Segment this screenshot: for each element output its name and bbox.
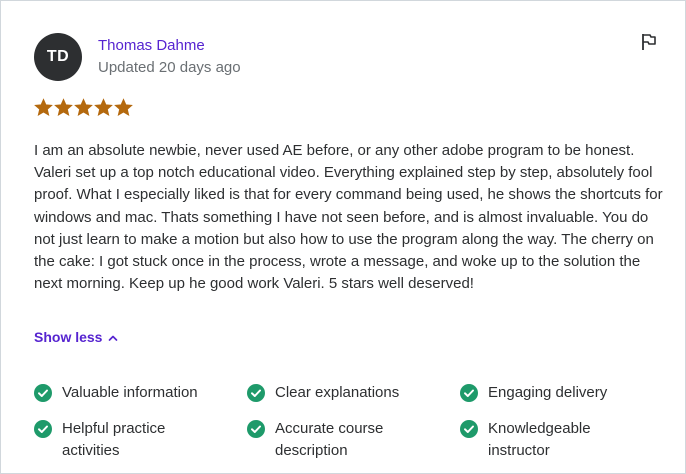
check-circle-icon	[460, 384, 478, 402]
avatar-initials: TD	[46, 48, 70, 65]
check-circle-icon	[34, 384, 52, 402]
tag-item: Clear explanations	[247, 382, 460, 404]
review-text: I am an absolute newbie, never used AE b…	[34, 142, 663, 293]
chevron-up-icon	[109, 335, 118, 341]
show-less-label: Show less	[34, 329, 103, 345]
review-tags: Valuable information Clear explanations …	[34, 382, 674, 462]
star-icon	[54, 98, 73, 116]
tag-label: Knowledgeable instructor	[488, 420, 591, 459]
tag-label: Helpful practice activities	[62, 420, 166, 459]
tag-item: Helpful practice activities	[34, 418, 247, 462]
tag-label: Engaging delivery	[488, 384, 608, 401]
report-flag-button[interactable]	[638, 32, 658, 52]
tag-item: Knowledgeable instructor	[460, 418, 674, 462]
check-circle-icon	[34, 420, 52, 438]
star-icon	[94, 98, 113, 116]
reviewer-name: Thomas Dahme	[98, 37, 205, 54]
tag-label: Accurate course description	[275, 420, 384, 459]
star-icon	[34, 98, 53, 116]
tag-item: Valuable information	[34, 382, 247, 404]
check-circle-icon	[247, 420, 265, 438]
tag-label: Clear explanations	[275, 384, 400, 401]
check-circle-icon	[247, 384, 265, 402]
tag-item: Engaging delivery	[460, 382, 674, 404]
flag-icon	[642, 34, 656, 50]
check-circle-icon	[460, 420, 478, 438]
show-less-button[interactable]: Show less	[34, 329, 118, 345]
updated-timestamp: Updated 20 days ago	[98, 59, 241, 76]
star-rating	[34, 98, 133, 117]
avatar: TD	[34, 33, 82, 81]
tag-item: Accurate course description	[247, 418, 460, 462]
star-icon	[74, 98, 93, 116]
review-card: TD Thomas Dahme Updated 20 days ago I am…	[0, 0, 686, 474]
tag-label: Valuable information	[62, 384, 198, 401]
star-icon	[114, 98, 133, 116]
